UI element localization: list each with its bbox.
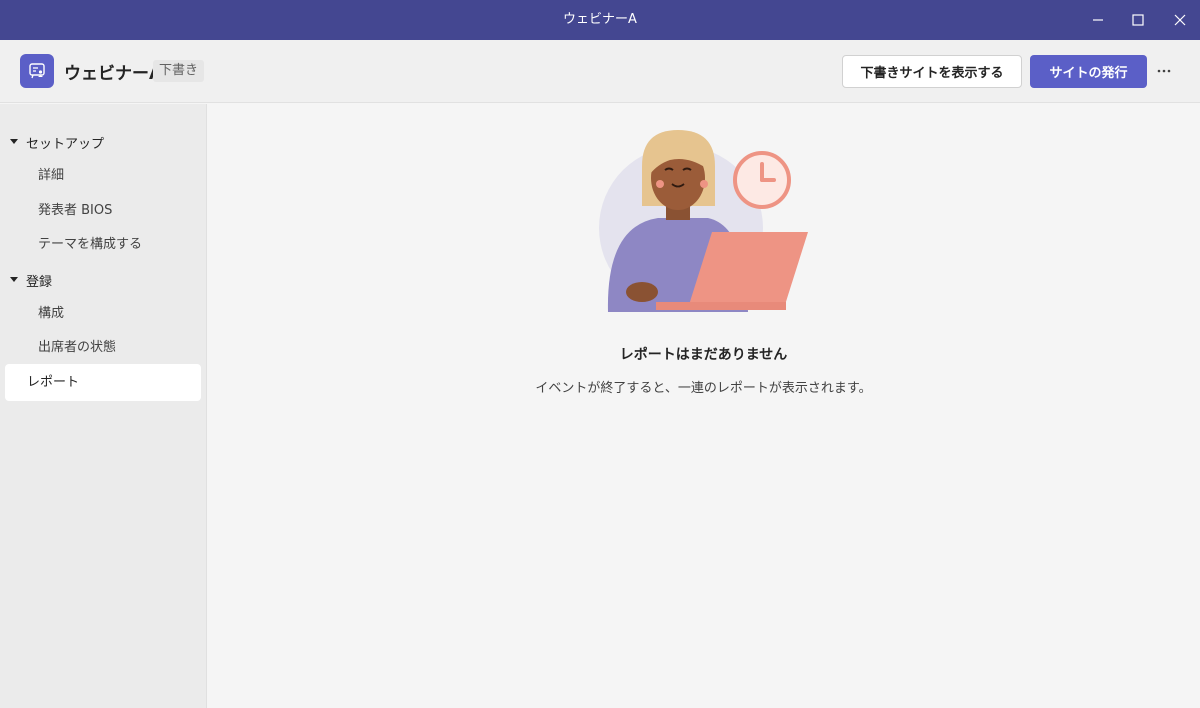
sidebar-item-presenter-bios[interactable]: 発表者 BIOS <box>38 199 112 223</box>
nav-section-label: 登録 <box>26 274 53 290</box>
close-icon[interactable] <box>1160 0 1200 40</box>
status-badge: 下書き <box>153 60 205 82</box>
empty-state-title: レポートはまだありません <box>619 347 788 363</box>
event-title: ウェビナーA <box>64 64 163 84</box>
sidebar-item-reports[interactable]: レポート <box>5 364 201 401</box>
maximize-icon[interactable] <box>1118 0 1158 40</box>
empty-state-description: イベントが終了すると、一連のレポートが表示されます。 <box>535 381 872 396</box>
window-title: ウェビナーA <box>563 12 637 27</box>
empty-state-illustration <box>598 126 810 312</box>
sidebar-item-configuration[interactable]: 構成 <box>38 302 64 326</box>
sidebar-item-theme[interactable]: テーマを構成する <box>38 233 142 257</box>
sidebar-nav: セットアップ 詳細 発表者 BIOS テーマを構成する 登録 構成 出席者の状態… <box>0 104 207 708</box>
sidebar-item-attendee-status[interactable]: 出席者の状態 <box>38 336 116 360</box>
caret-down-icon <box>10 139 20 145</box>
nav-section-setup[interactable]: セットアップ <box>10 130 104 154</box>
more-options-icon[interactable] <box>1152 58 1176 84</box>
event-header: ウェビナーA 下書き 下書きサイトを表示する サイトの発行 <box>0 40 1200 103</box>
publish-site-button[interactable]: サイトの発行 <box>1030 55 1147 88</box>
minimize-icon[interactable] <box>1078 0 1118 40</box>
preview-draft-site-button[interactable]: 下書きサイトを表示する <box>842 55 1022 88</box>
caret-down-icon <box>10 277 20 283</box>
webinar-icon <box>20 54 54 88</box>
window-titlebar: ウェビナーA <box>0 0 1200 40</box>
nav-section-registration[interactable]: 登録 <box>10 268 52 292</box>
sidebar-item-details[interactable]: 詳細 <box>38 164 64 188</box>
nav-section-label: セットアップ <box>26 136 105 152</box>
